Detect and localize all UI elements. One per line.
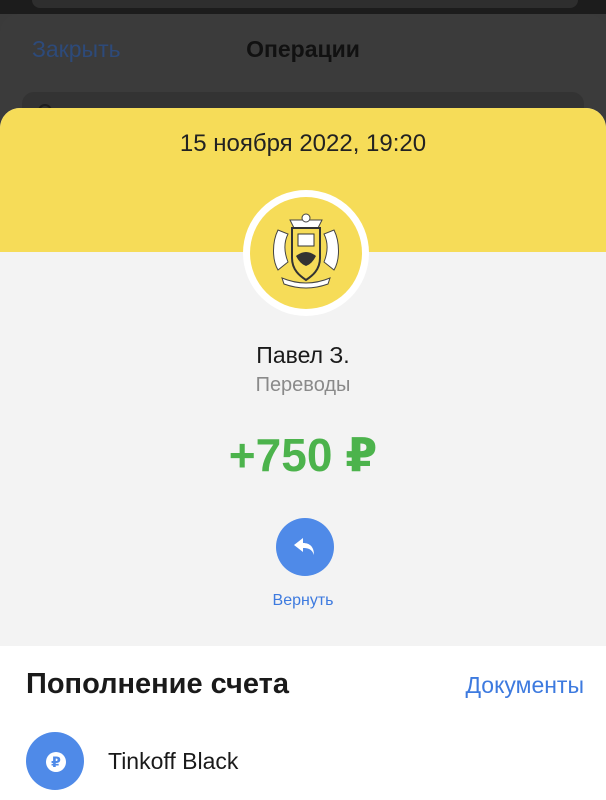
documents-link[interactable]: Документы: [465, 672, 584, 699]
details-section: Пополнение счета Документы ₽ Tinkoff Bla…: [0, 646, 606, 800]
operation-category: Переводы: [255, 374, 351, 396]
return-label[interactable]: Вернуть: [0, 592, 606, 610]
sender-name: Павел З.: [256, 342, 350, 368]
account-name[interactable]: Tinkoff Black: [108, 748, 238, 775]
section-title: Пополнение счета: [26, 668, 289, 700]
page-title: Операции: [246, 36, 360, 62]
tinkoff-crest-icon: [273, 213, 339, 289]
operation-card: 15 ноября 2022, 19:20 Павел З. Переводы …: [0, 108, 606, 800]
return-arrow-icon: [294, 538, 314, 555]
operation-datetime: 15 ноября 2022, 19:20: [179, 130, 427, 157]
ruble-icon: ₽: [26, 732, 84, 790]
background-top-sheet: [32, 0, 578, 8]
operation-amount: +750 ₽: [228, 429, 378, 481]
ruble-glyph: ₽: [46, 752, 66, 772]
background-top-strip: [0, 0, 606, 14]
return-button[interactable]: [276, 518, 334, 576]
